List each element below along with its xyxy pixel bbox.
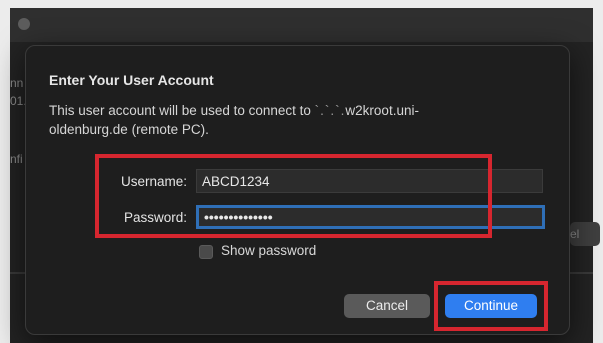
dialog-description: This user account will be used to connec…: [49, 101, 519, 139]
credentials-highlight-box: [95, 154, 492, 238]
description-host-visible: w2kroot.uni-: [345, 103, 419, 118]
description-host-obscured: `.`.`.: [314, 103, 346, 118]
window-titlebar: [10, 8, 593, 43]
show-password-label[interactable]: Show password: [221, 243, 316, 258]
background-button: el: [570, 222, 600, 246]
background-text-1: nn: [10, 76, 24, 90]
description-line2: oldenburg.de (remote PC).: [49, 122, 209, 137]
show-password-checkbox[interactable]: [199, 245, 213, 259]
continue-button[interactable]: Continue: [445, 294, 537, 318]
window-close-dot-icon[interactable]: [18, 18, 30, 30]
cancel-button[interactable]: Cancel: [344, 294, 430, 318]
dialog-title: Enter Your User Account: [49, 72, 214, 88]
user-account-dialog: Enter Your User Account This user accoun…: [25, 45, 570, 335]
background-text-3: nfi: [10, 152, 23, 166]
description-prefix: This user account will be used to connec…: [49, 103, 311, 118]
